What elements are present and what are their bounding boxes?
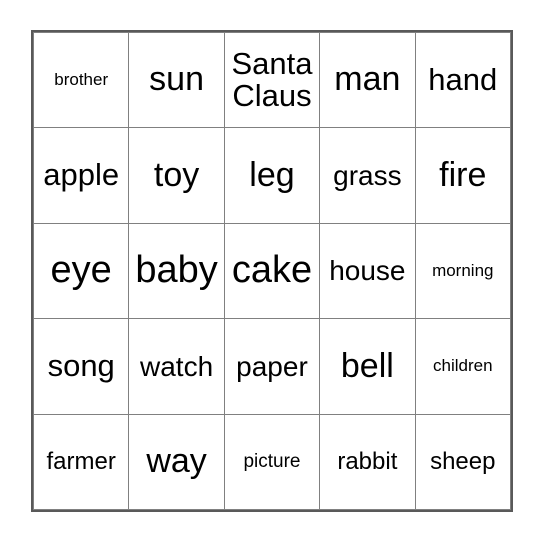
bingo-cell-label: children (433, 356, 493, 376)
bingo-cell-r5c3[interactable]: picture (223, 413, 321, 511)
bingo-cell-label: picture (243, 450, 301, 472)
bingo-cell-r2c3[interactable]: leg (223, 127, 321, 224)
bingo-cell-r1c2[interactable]: sun (128, 31, 225, 129)
bingo-cell-r1c5[interactable]: hand (414, 31, 512, 129)
bingo-cell-r1c1[interactable]: brother (32, 31, 130, 129)
bingo-row: brother sun Santa Claus man hand (32, 31, 512, 129)
bingo-grid-body: brother sun Santa Claus man hand apple t… (32, 31, 512, 511)
bingo-cell-label: rabbit (337, 448, 398, 476)
bingo-cell-label: morning (432, 261, 494, 281)
bingo-cell-r4c2[interactable]: watch (128, 318, 225, 415)
bingo-cell-label: grass (333, 159, 402, 191)
bingo-cell-label: brother (54, 70, 109, 90)
bingo-cell-r5c5[interactable]: sheep (414, 413, 512, 511)
bingo-cell-r5c1[interactable]: farmer (32, 413, 130, 511)
bingo-row: song watch paper bell children (32, 318, 512, 415)
bingo-cell-r3c3[interactable]: cake (223, 222, 321, 320)
bingo-grid: brother sun Santa Claus man hand apple t… (32, 31, 512, 511)
bingo-cell-r4c3[interactable]: paper (223, 318, 321, 415)
bingo-cell-label: farmer (46, 448, 116, 476)
bingo-card: brother sun Santa Claus man hand apple t… (31, 30, 513, 512)
bingo-cell-r1c4[interactable]: man (319, 31, 416, 129)
bingo-cell-label: song (47, 348, 115, 384)
bingo-cell-r4c5[interactable]: children (414, 318, 512, 415)
bingo-cell-r3c5[interactable]: morning (414, 222, 512, 320)
bingo-cell-label: baby (135, 249, 218, 292)
bingo-cell-label: house (329, 255, 406, 287)
bingo-cell-label: bell (340, 346, 394, 385)
bingo-cell-label: fire (439, 155, 487, 194)
bingo-cell-r2c1[interactable]: apple (32, 127, 130, 224)
bingo-cell-r3c1[interactable]: eye (32, 222, 130, 320)
bingo-cell-r3c4[interactable]: house (319, 222, 416, 320)
bingo-cell-r4c4[interactable]: bell (319, 318, 416, 415)
bingo-cell-r1c3[interactable]: Santa Claus (223, 31, 321, 129)
bingo-cell-label: toy (153, 155, 200, 194)
bingo-cell-label: man (334, 60, 401, 99)
bingo-cell-r5c4[interactable]: rabbit (319, 413, 416, 511)
bingo-cell-r2c5[interactable]: fire (414, 127, 512, 224)
bingo-cell-r5c2[interactable]: way (128, 413, 225, 511)
bingo-cell-label: eye (50, 249, 112, 292)
bingo-cell-label: paper (236, 350, 308, 382)
bingo-cell-label: leg (249, 155, 295, 194)
bingo-cell-r4c1[interactable]: song (32, 318, 130, 415)
bingo-cell-label: hand (428, 61, 498, 97)
bingo-cell-label: cake (231, 249, 313, 292)
bingo-cell-r3c2[interactable]: baby (128, 222, 225, 320)
bingo-cell-r2c4[interactable]: grass (319, 127, 416, 224)
bingo-cell-label: way (146, 441, 207, 480)
bingo-cell-label: apple (43, 157, 120, 193)
bingo-row: eye baby cake house morning (32, 222, 512, 320)
bingo-cell-label: sun (149, 60, 204, 99)
bingo-row: apple toy leg grass fire (32, 127, 512, 224)
bingo-cell-r2c2[interactable]: toy (128, 127, 225, 224)
bingo-cell-label: sheep (430, 448, 496, 476)
bingo-row: farmer way picture rabbit sheep (32, 413, 512, 511)
bingo-cell-label: Santa Claus (231, 45, 313, 114)
bingo-cell-label: watch (140, 350, 214, 382)
